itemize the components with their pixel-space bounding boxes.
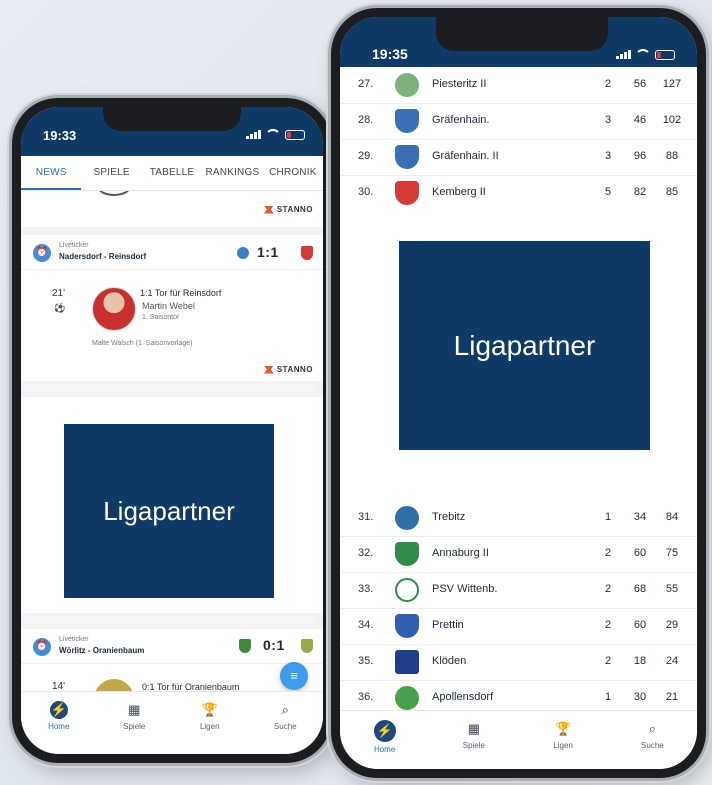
battery-icon bbox=[655, 49, 675, 60]
signal-icon bbox=[246, 130, 261, 139]
event-minute: 21' bbox=[52, 288, 66, 299]
status-time: 19:35 bbox=[372, 46, 408, 62]
left-phone-screen: 19:33 NEWS SPIELE TABELLE RANKINGS CHRON… bbox=[21, 107, 323, 754]
tab-news[interactable]: NEWS bbox=[21, 156, 82, 190]
table-row[interactable]: 32. Annaburg II 2 60 75 bbox=[340, 536, 697, 573]
alarm-clock-icon: ⏰ bbox=[33, 244, 51, 262]
sponsor-logo[interactable]: STANNO bbox=[263, 205, 313, 214]
tab-chronik[interactable]: CHRONIK bbox=[263, 156, 323, 190]
signal-icon bbox=[616, 50, 631, 59]
tab-rankings[interactable]: RANKINGS bbox=[202, 156, 262, 190]
team-crest-icon bbox=[395, 686, 419, 710]
match-name: Wörlitz - Oranienbaum bbox=[59, 646, 145, 655]
liveticker-card[interactable]: ⏰ Liveticker Wörlitz - Oranienbaum 0:1 1… bbox=[21, 629, 323, 692]
team-crest-icon bbox=[395, 109, 419, 133]
system-icons bbox=[246, 129, 305, 140]
team-crest-icon bbox=[395, 650, 419, 674]
search-icon: ⌕ bbox=[281, 702, 289, 717]
calendar-icon: ▦ bbox=[128, 702, 141, 717]
liveticker-card[interactable]: ⏰ Liveticker Nadersdorf - Reinsdorf 1:1 … bbox=[21, 235, 323, 381]
player-note: 1. Saisontor bbox=[142, 314, 180, 321]
event-title: 1:1 Tor für Reinsdorf bbox=[140, 288, 222, 298]
stanno-icon bbox=[263, 365, 274, 374]
calendar-icon: ▦ bbox=[467, 721, 481, 736]
search-icon: ⌕ bbox=[648, 721, 657, 736]
runner-icon: ⚡ bbox=[373, 720, 396, 742]
tab-spiele[interactable]: SPIELE bbox=[81, 156, 141, 190]
filter-fab-button[interactable]: ≡ bbox=[280, 662, 308, 690]
table-row[interactable]: 33. PSV Wittenb. 2 68 55 bbox=[340, 572, 697, 609]
nav-home[interactable]: ⚡ Home bbox=[21, 692, 97, 754]
team-crest-icon bbox=[395, 506, 419, 530]
ligapartner-banner[interactable]: Ligapartner bbox=[399, 241, 650, 450]
system-icons bbox=[616, 49, 675, 60]
nav-ligen[interactable]: 🏆 Ligen bbox=[172, 692, 248, 754]
nav-spiele[interactable]: ▦ Spiele bbox=[429, 711, 518, 769]
nav-spiele[interactable]: ▦ Spiele bbox=[97, 692, 173, 754]
match-score: 0:1 bbox=[263, 637, 285, 653]
nav-suche[interactable]: ⌕ Suche bbox=[608, 711, 697, 769]
right-phone-screen: 19:35 27. Piesteritz II 2 56 127 28. Grä… bbox=[340, 17, 697, 769]
notch bbox=[436, 17, 608, 51]
right-phone-frame: 19:35 27. Piesteritz II 2 56 127 28. Grä… bbox=[331, 8, 706, 778]
match-score: 1:1 bbox=[257, 244, 279, 260]
team-crest-icon bbox=[395, 145, 419, 169]
assist-note: Malte Walsch (1. Saisonvorlage) bbox=[92, 340, 193, 347]
table-row[interactable]: 30. Kemberg II 5 82 85 bbox=[340, 175, 697, 211]
previous-card: STANNO bbox=[21, 191, 323, 227]
battery-icon bbox=[285, 129, 305, 140]
team-crest-icon bbox=[395, 578, 419, 602]
bottom-navigation: ⚡ Home ▦ Spiele 🏆 Ligen ⌕ Suche bbox=[340, 710, 697, 769]
home-crest bbox=[237, 247, 249, 259]
table-row[interactable]: 29. Gräfenhain. II 3 96 88 bbox=[340, 139, 697, 176]
filter-icon: ≡ bbox=[290, 668, 298, 683]
home-crest bbox=[239, 639, 251, 653]
player-name[interactable]: Martin Webel bbox=[142, 301, 195, 311]
news-feed[interactable]: STANNO ⏰ Liveticker Nadersdorf - Reinsdo… bbox=[21, 191, 323, 692]
table-row[interactable]: 35. Klöden 2 18 24 bbox=[340, 644, 697, 681]
team-crest-icon bbox=[395, 181, 419, 205]
player-avatar[interactable] bbox=[92, 287, 136, 331]
table-row[interactable]: 34. Prettin 2 60 29 bbox=[340, 608, 697, 645]
nav-suche[interactable]: ⌕ Suche bbox=[248, 692, 324, 754]
table-row[interactable]: 28. Gräfenhain. 3 46 102 bbox=[340, 103, 697, 140]
runner-icon: ⚡ bbox=[49, 701, 68, 719]
wifi-icon bbox=[635, 49, 651, 60]
away-crest bbox=[301, 639, 313, 653]
tab-tabelle[interactable]: TABELLE bbox=[142, 156, 202, 190]
trophy-icon: 🏆 bbox=[201, 702, 218, 717]
team-crest-icon bbox=[395, 542, 419, 566]
team-crest-icon bbox=[395, 614, 419, 638]
nav-home[interactable]: ⚡ Home bbox=[340, 711, 429, 769]
sponsor-logo[interactable]: STANNO bbox=[263, 365, 313, 374]
bottom-navigation: ⚡ Home ▦ Spiele 🏆 Ligen ⌕ Suche bbox=[21, 691, 323, 754]
match-name: Nadersdorf - Reinsdorf bbox=[59, 252, 147, 261]
status-time: 19:33 bbox=[43, 128, 77, 143]
table-row[interactable]: 27. Piesteritz II 2 56 127 bbox=[340, 67, 697, 104]
ball-icon: ⚽ bbox=[54, 303, 66, 313]
team-crest-icon bbox=[395, 73, 419, 97]
trophy-icon: 🏆 bbox=[555, 721, 572, 736]
liveticker-label: Liveticker bbox=[59, 636, 89, 643]
notch bbox=[103, 107, 241, 131]
nav-ligen[interactable]: 🏆 Ligen bbox=[519, 711, 608, 769]
away-crest bbox=[301, 246, 313, 260]
liveticker-label: Liveticker bbox=[59, 242, 89, 249]
section-tabs: NEWS SPIELE TABELLE RANKINGS CHRONIK bbox=[21, 156, 323, 191]
left-phone-frame: 19:33 NEWS SPIELE TABELLE RANKINGS CHRON… bbox=[12, 98, 332, 763]
partial-avatar bbox=[97, 191, 131, 196]
table-row[interactable]: 31. Trebitz 1 34 84 bbox=[340, 500, 697, 537]
stanno-icon bbox=[263, 205, 274, 214]
wifi-icon bbox=[265, 129, 281, 140]
alarm-clock-icon: ⏰ bbox=[33, 638, 51, 656]
ligapartner-banner[interactable]: Ligapartner bbox=[64, 424, 274, 598]
ad-container: Ligapartner bbox=[21, 397, 323, 613]
